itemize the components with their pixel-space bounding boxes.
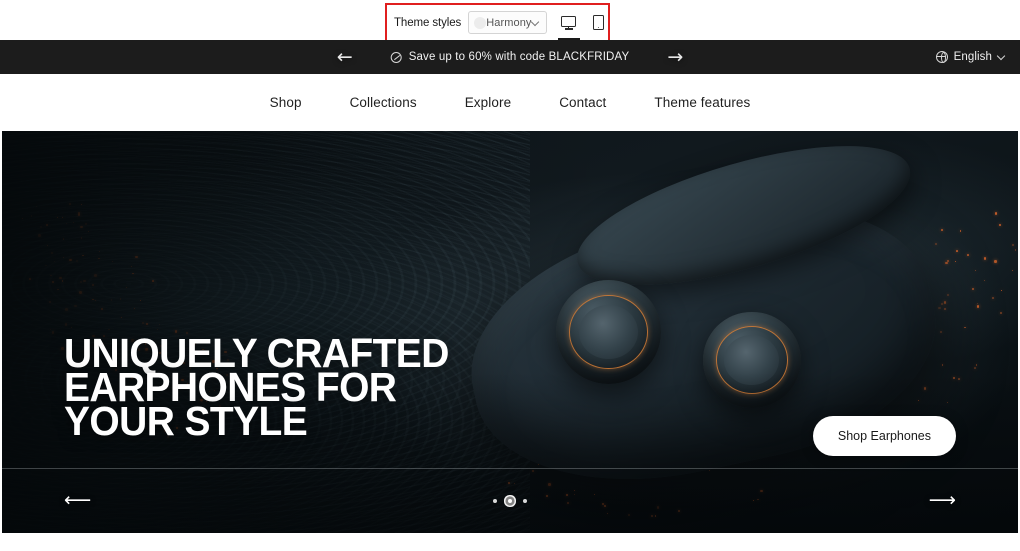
hero-slide-indicators: [493, 498, 527, 503]
shop-earphones-button[interactable]: Shop Earphones: [812, 416, 956, 456]
theme-style-swatch-icon: [474, 16, 487, 29]
nav-item-explore[interactable]: Explore: [441, 95, 535, 110]
hero-slide-dot-active[interactable]: [508, 498, 512, 503]
chevron-down-icon: [998, 53, 1006, 61]
nav-item-shop[interactable]: Shop: [246, 95, 326, 110]
desktop-preview-button[interactable]: [554, 6, 584, 40]
arrow-left-icon: ←: [336, 45, 353, 68]
hero-slide-dot[interactable]: [523, 498, 527, 503]
nav-item-contact[interactable]: Contact: [535, 95, 630, 110]
chevron-down-icon: [532, 18, 541, 27]
mobile-preview-button[interactable]: [584, 6, 614, 40]
globe-icon: [935, 51, 948, 64]
theme-style-select[interactable]: Harmony: [468, 11, 547, 34]
main-navigation: Shop Collections Explore Contact Theme f…: [0, 74, 1020, 131]
announcement-text: Save up to 60% with code BLACKFRIDAY: [408, 51, 630, 63]
theme-editor-toolbar: Theme styles Harmony: [0, 0, 1020, 42]
announcement-carousel: ← Save up to 60% with code BLACKFRIDAY →: [325, 40, 696, 74]
theme-styles-highlight-region: Theme styles Harmony: [385, 3, 610, 42]
language-label: English: [953, 51, 992, 63]
discount-tag-icon: [390, 51, 402, 63]
announcement-prev-button[interactable]: ←: [325, 40, 365, 74]
arrow-right-icon: →: [667, 45, 684, 68]
arrow-right-icon: ⟶: [928, 489, 956, 511]
language-selector[interactable]: English: [935, 40, 1006, 74]
device-preview-toggles: [554, 5, 614, 40]
desktop-monitor-icon: [561, 15, 577, 30]
arrow-left-icon: ⟵: [64, 489, 92, 511]
hero-banner: UNIQUELY CRAFTED EARPHONES FOR YOUR STYL…: [2, 131, 1018, 533]
hero-slide-dot[interactable]: [493, 498, 497, 503]
hero-carousel-controls: ⟵ ⟶: [2, 468, 1018, 533]
announcement-bar: ← Save up to 60% with code BLACKFRIDAY →…: [0, 40, 1020, 74]
hero-prev-slide-button[interactable]: ⟵: [2, 468, 152, 533]
page-bottom-whitespace: [0, 533, 1020, 551]
nav-item-theme-features[interactable]: Theme features: [630, 95, 774, 110]
theme-style-selected-value: Harmony: [486, 16, 532, 29]
hero-heading: UNIQUELY CRAFTED EARPHONES FOR YOUR STYL…: [64, 330, 449, 444]
announcement-next-button[interactable]: →: [655, 40, 695, 74]
nav-item-collections[interactable]: Collections: [326, 95, 441, 110]
hero-next-slide-button[interactable]: ⟶: [868, 468, 1018, 533]
mobile-phone-icon: [593, 15, 605, 30]
theme-styles-label: Theme styles: [394, 16, 462, 29]
hero-content: UNIQUELY CRAFTED EARPHONES FOR YOUR STYL…: [2, 131, 1018, 533]
announcement-message: Save up to 60% with code BLACKFRIDAY: [365, 51, 656, 63]
